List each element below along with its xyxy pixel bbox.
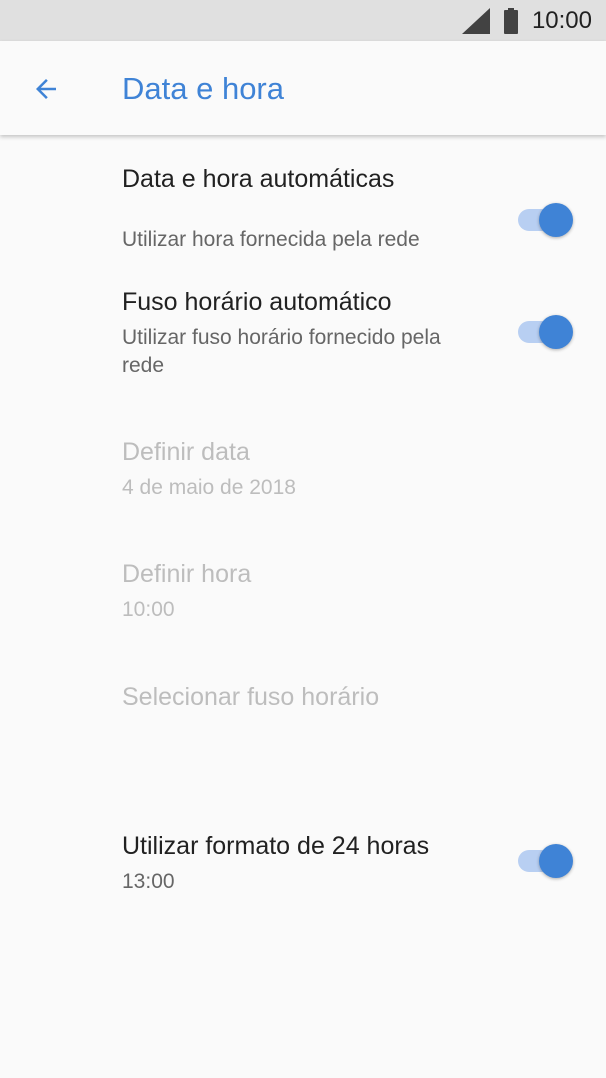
setting-summary: 4 de maio de 2018 bbox=[122, 476, 296, 499]
setting-summary: Utilizar fuso horário fornecido pela red… bbox=[122, 326, 441, 377]
app-bar: Data e hora bbox=[0, 41, 606, 135]
setting-summary: 13:00 bbox=[122, 870, 175, 893]
switch-thumb bbox=[539, 203, 573, 237]
setting-title: Selecionar fuso horário bbox=[122, 683, 380, 711]
battery-icon bbox=[503, 7, 518, 34]
setting-title: Data e hora automáticas bbox=[122, 165, 395, 193]
setting-title: Utilizar formato de 24 horas bbox=[122, 832, 430, 860]
setting-summary: 10:00 bbox=[122, 598, 175, 621]
switch-thumb bbox=[539, 315, 573, 349]
setting-title: Definir data bbox=[122, 438, 250, 466]
setting-auto-timezone[interactable]: Fuso horário automático Utilizar fuso ho… bbox=[0, 285, 606, 395]
back-button[interactable] bbox=[16, 59, 76, 119]
setting-title: Definir hora bbox=[122, 560, 252, 588]
switch-thumb bbox=[539, 844, 573, 878]
setting-auto-date-time[interactable]: Data e hora automáticas Utilizar hora fo… bbox=[0, 160, 606, 260]
arrow-back-icon bbox=[36, 79, 56, 99]
setting-24-hour-format[interactable]: Utilizar formato de 24 horas 13:00 bbox=[0, 829, 606, 909]
24-hour-format-switch[interactable] bbox=[518, 841, 574, 881]
status-bar: 10:00 bbox=[0, 0, 606, 41]
setting-title: Fuso horário automático bbox=[122, 288, 392, 316]
setting-summary: Utilizar hora fornecida pela rede bbox=[122, 228, 420, 251]
auto-date-time-switch[interactable] bbox=[518, 200, 574, 240]
page-title: Data e hora bbox=[122, 71, 284, 106]
signal-icon bbox=[461, 7, 490, 34]
setting-set-date[interactable]: Definir data 4 de maio de 2018 bbox=[0, 435, 606, 515]
auto-timezone-switch[interactable] bbox=[518, 312, 574, 352]
setting-select-timezone[interactable]: Selecionar fuso horário bbox=[0, 680, 606, 740]
status-time: 10:00 bbox=[531, 6, 592, 34]
setting-set-time[interactable]: Definir hora 10:00 bbox=[0, 557, 606, 637]
